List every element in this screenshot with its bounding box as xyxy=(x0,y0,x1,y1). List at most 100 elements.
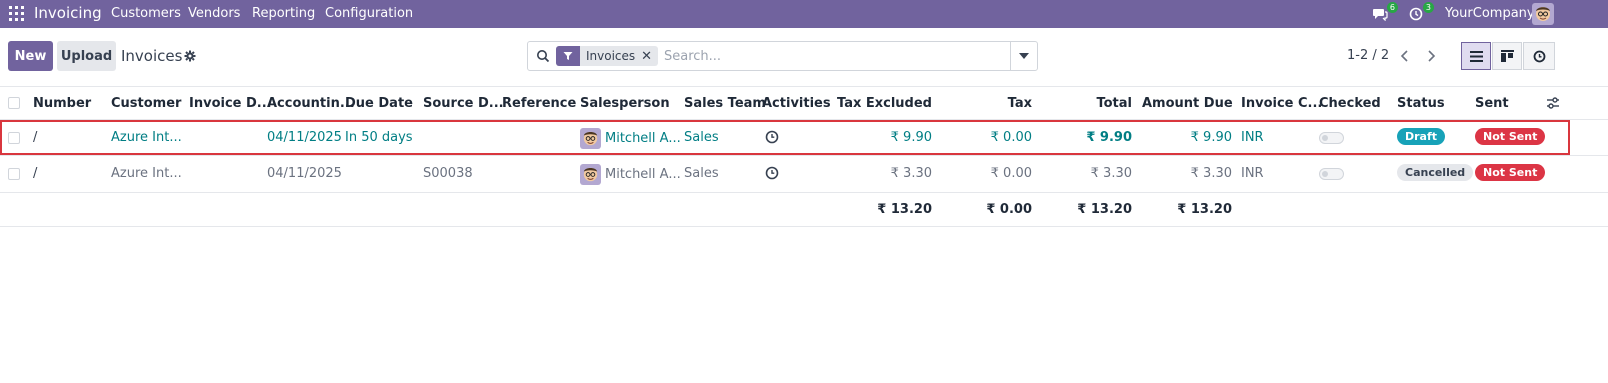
total-tax: ₹ 0.00 xyxy=(986,202,1032,217)
facet-close-icon[interactable]: ✕ xyxy=(641,49,658,64)
messages-button[interactable]: 6 xyxy=(1370,2,1398,24)
col-sales-team[interactable]: Sales Team xyxy=(684,96,766,111)
cell-amount-due[interactable]: ₹ 3.30 xyxy=(1142,166,1232,181)
row-checkbox[interactable] xyxy=(8,168,20,180)
activities-button[interactable]: 3 xyxy=(1406,2,1434,24)
search-facet: Invoices ✕ xyxy=(556,46,659,66)
cell-salesperson[interactable]: Mitchell A... xyxy=(605,131,681,146)
activity-clock-icon[interactable] xyxy=(765,166,779,180)
activity-view-button[interactable] xyxy=(1523,42,1555,70)
new-button[interactable]: New xyxy=(8,41,53,71)
cell-number[interactable]: / xyxy=(33,166,37,181)
total-tax-excluded: ₹ 13.20 xyxy=(877,202,932,217)
cell-customer[interactable]: Azure Int... xyxy=(111,130,182,145)
cell-source-document[interactable]: S00038 xyxy=(423,166,473,181)
totals-bottom-border xyxy=(0,226,1608,227)
col-number[interactable]: Number xyxy=(33,96,91,111)
total-total: ₹ 13.20 xyxy=(1077,202,1132,217)
col-reference[interactable]: Reference xyxy=(502,96,576,111)
search-input[interactable] xyxy=(664,46,1004,66)
page-title: Invoices xyxy=(121,47,183,65)
sent-badge: Not Sent xyxy=(1475,164,1546,181)
caret-down-icon xyxy=(1019,53,1029,59)
col-source-document[interactable]: Source D... xyxy=(423,96,504,111)
facet-label: Invoices xyxy=(586,49,636,63)
cell-tax-excluded[interactable]: ₹ 3.30 xyxy=(832,166,932,181)
cell-amount-due[interactable]: ₹ 9.90 xyxy=(1142,130,1232,145)
col-activities[interactable]: Activities xyxy=(762,96,831,111)
table-top-border xyxy=(0,86,1608,87)
clock-icon xyxy=(1409,7,1423,21)
chevron-right-icon xyxy=(1428,50,1436,62)
col-tax-excluded[interactable]: Tax Excluded xyxy=(832,96,932,111)
col-accounting-date[interactable]: Accountin... xyxy=(267,96,355,111)
select-all-checkbox[interactable] xyxy=(8,97,20,109)
status-badge: Cancelled xyxy=(1397,164,1474,181)
col-total[interactable]: Total xyxy=(1062,96,1132,111)
optional-columns-icon[interactable] xyxy=(1546,96,1560,110)
chat-icon xyxy=(1373,9,1388,21)
app-brand[interactable]: Invoicing xyxy=(34,4,102,22)
apps-menu-icon[interactable] xyxy=(9,6,24,21)
col-sent[interactable]: Sent xyxy=(1475,96,1509,111)
messages-badge: 6 xyxy=(1386,2,1398,13)
col-customer[interactable]: Customer xyxy=(111,96,181,111)
cell-accounting-date[interactable]: 04/11/2025 xyxy=(267,166,342,181)
cell-customer[interactable]: Azure Int... xyxy=(111,166,182,181)
list-view-icon xyxy=(1469,50,1483,62)
cell-due-date[interactable]: In 50 days xyxy=(345,130,413,145)
status-badge: Draft xyxy=(1397,128,1446,145)
top-navbar: Invoicing Customers Vendors Reporting Co… xyxy=(0,0,1608,28)
col-status[interactable]: Status xyxy=(1397,96,1445,111)
pager-value[interactable]: 1-2 / 2 xyxy=(1347,48,1389,63)
cell-total[interactable]: ₹ 9.90 xyxy=(1062,130,1132,145)
col-invoice-currency[interactable]: Invoice C... xyxy=(1241,96,1322,111)
menu-configuration[interactable]: Configuration xyxy=(325,6,413,21)
col-due-date[interactable]: Due Date xyxy=(345,96,413,111)
upload-button[interactable]: Upload xyxy=(57,41,116,71)
salesperson-avatar xyxy=(580,128,601,149)
gear-icon[interactable] xyxy=(184,50,196,62)
activity-clock-icon[interactable] xyxy=(765,130,779,144)
cell-tax[interactable]: ₹ 0.00 xyxy=(962,130,1032,145)
filter-icon xyxy=(556,46,580,66)
menu-reporting[interactable]: Reporting xyxy=(252,6,315,21)
col-salesperson[interactable]: Salesperson xyxy=(580,96,670,111)
search-icon[interactable] xyxy=(536,49,550,63)
cell-salesperson[interactable]: Mitchell A... xyxy=(605,167,681,182)
chevron-left-icon xyxy=(1400,50,1408,62)
menu-customers[interactable]: Customers xyxy=(111,6,181,21)
pager-previous-button[interactable] xyxy=(1390,42,1418,70)
col-tax[interactable]: Tax xyxy=(962,96,1032,111)
cell-total[interactable]: ₹ 3.30 xyxy=(1062,166,1132,181)
activities-badge: 3 xyxy=(1422,2,1434,13)
row-checkbox[interactable] xyxy=(8,132,20,144)
cell-sales-team[interactable]: Sales xyxy=(684,166,719,181)
clock-icon xyxy=(1533,50,1545,62)
row-separator xyxy=(0,192,1608,193)
checked-toggle[interactable] xyxy=(1319,132,1344,144)
list-view-button[interactable] xyxy=(1461,42,1491,70)
col-amount-due[interactable]: Amount Due xyxy=(1142,96,1233,111)
kanban-view-icon xyxy=(1500,50,1514,62)
cell-currency[interactable]: INR xyxy=(1241,130,1264,145)
search-options-toggle[interactable] xyxy=(1010,42,1037,70)
search-bar: Invoices ✕ xyxy=(527,41,1038,71)
kanban-view-button[interactable] xyxy=(1492,42,1522,70)
pager-next-button[interactable] xyxy=(1418,42,1446,70)
sent-badge: Not Sent xyxy=(1475,128,1546,145)
company-switcher[interactable]: YourCompany xyxy=(1445,6,1535,21)
cell-number[interactable]: / xyxy=(33,130,37,145)
col-checked[interactable]: Checked xyxy=(1319,96,1381,111)
cell-accounting-date[interactable]: 04/11/2025 xyxy=(267,130,342,145)
col-invoice-date[interactable]: Invoice D... xyxy=(189,96,272,111)
row-separator xyxy=(0,155,1608,156)
checked-toggle[interactable] xyxy=(1319,168,1344,180)
cell-tax-excluded[interactable]: ₹ 9.90 xyxy=(832,130,932,145)
cell-tax[interactable]: ₹ 0.00 xyxy=(962,166,1032,181)
cell-currency[interactable]: INR xyxy=(1241,166,1264,181)
user-avatar[interactable] xyxy=(1532,3,1554,25)
salesperson-avatar xyxy=(580,164,601,185)
cell-sales-team[interactable]: Sales xyxy=(684,130,719,145)
menu-vendors[interactable]: Vendors xyxy=(188,6,240,21)
